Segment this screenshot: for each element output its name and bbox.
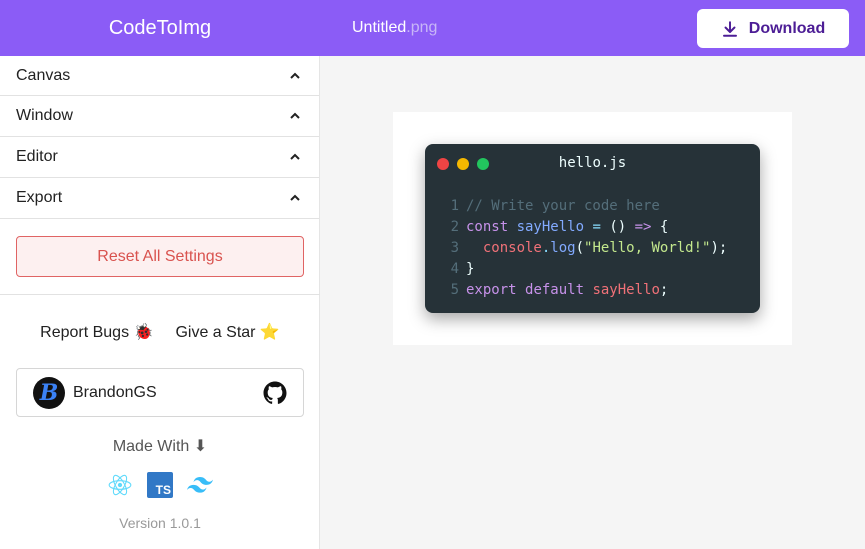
- code-token: =: [584, 219, 610, 235]
- profile-name: BrandonGS: [73, 383, 157, 401]
- section-window[interactable]: Window: [0, 96, 319, 137]
- code-line: 4}: [445, 259, 727, 280]
- code-token: {: [651, 219, 669, 235]
- code-window: hello.js 1// Write your code here 2 const …: [425, 144, 760, 313]
- code-token: // Write your code here: [466, 198, 660, 214]
- filename-extension: .png: [406, 19, 438, 36]
- section-label: Canvas: [16, 66, 71, 84]
- download-button[interactable]: Download: [697, 9, 849, 48]
- filename-field[interactable]: Untitled .png: [352, 0, 437, 56]
- code-line: 3 console. log("Hello, World!");: [445, 238, 728, 259]
- line-number: 1: [450, 198, 459, 214]
- code-token: const: [466, 219, 517, 235]
- footer-links: Report Bugs 🐞 Give a Star ⭐: [0, 321, 320, 343]
- chevron-up-icon: [290, 153, 300, 160]
- filename-text[interactable]: Untitled: [352, 19, 406, 37]
- top-bar: CodeToImg Untitled .png Download: [0, 0, 865, 56]
- code-editor[interactable]: 1// Write your code here 2 const sayHello …: [445, 196, 728, 301]
- code-token: console: [466, 240, 542, 256]
- code-token: "Hello, World!": [584, 240, 711, 256]
- settings-sidebar: Canvas Window Editor Export Reset All Se…: [0, 56, 320, 549]
- canvas-preview: hello.js 1// Write your code here 2 const …: [393, 112, 792, 345]
- line-number: 2: [450, 219, 459, 235]
- code-token: log: [550, 240, 576, 256]
- reset-all-settings-button[interactable]: Reset All Settings: [16, 236, 304, 277]
- code-token: export: [466, 282, 526, 298]
- section-label: Editor: [16, 148, 58, 165]
- line-number: 3: [450, 240, 459, 256]
- code-line: 2 const sayHello = () => {: [445, 217, 727, 238]
- app-title: CodeToImg: [108, 16, 212, 39]
- code-token: );: [710, 240, 728, 256]
- github-profile-card[interactable]: B BrandonGS: [16, 368, 304, 417]
- reset-section: Reset All Settings: [0, 220, 320, 295]
- made-with-label: Made With ⬇: [112, 438, 208, 455]
- chevron-up-icon: [290, 194, 300, 201]
- section-export[interactable]: Export: [0, 178, 319, 219]
- code-token: default: [525, 282, 593, 298]
- github-icon: [263, 381, 287, 405]
- section-canvas[interactable]: Canvas: [0, 56, 319, 96]
- give-star-link[interactable]: Give a Star ⭐: [175, 322, 279, 342]
- react-icon: [107, 472, 133, 498]
- line-number: 4: [450, 261, 459, 277]
- line-number: 5: [450, 282, 459, 298]
- typescript-icon: TS: [147, 472, 173, 498]
- code-line: 5 export default sayHello;: [445, 280, 727, 301]
- avatar: B: [33, 376, 65, 409]
- section-label: Window: [16, 107, 73, 124]
- code-token: (: [575, 240, 585, 256]
- tailwind-icon: [187, 472, 213, 498]
- code-token: }: [466, 261, 475, 277]
- version-label: Version 1.0.1: [119, 515, 201, 531]
- code-token: ;: [659, 282, 669, 298]
- chevron-up-icon: [290, 112, 300, 119]
- code-token: =>: [634, 219, 652, 235]
- code-token: sayHello: [516, 219, 585, 235]
- section-editor[interactable]: Editor: [0, 137, 319, 178]
- download-icon: [722, 20, 737, 37]
- tech-stack: TS: [0, 472, 320, 498]
- window-title[interactable]: hello.js: [425, 155, 760, 171]
- section-label: Export: [16, 189, 63, 206]
- report-bugs-link[interactable]: Report Bugs 🐞: [40, 322, 153, 342]
- download-label: Download: [748, 19, 826, 37]
- code-token: .: [541, 240, 551, 256]
- code-token: (): [609, 219, 635, 235]
- code-token: sayHello: [592, 282, 660, 298]
- code-line: 1 // Write your code here: [445, 196, 727, 217]
- chevron-up-icon: [290, 72, 300, 79]
